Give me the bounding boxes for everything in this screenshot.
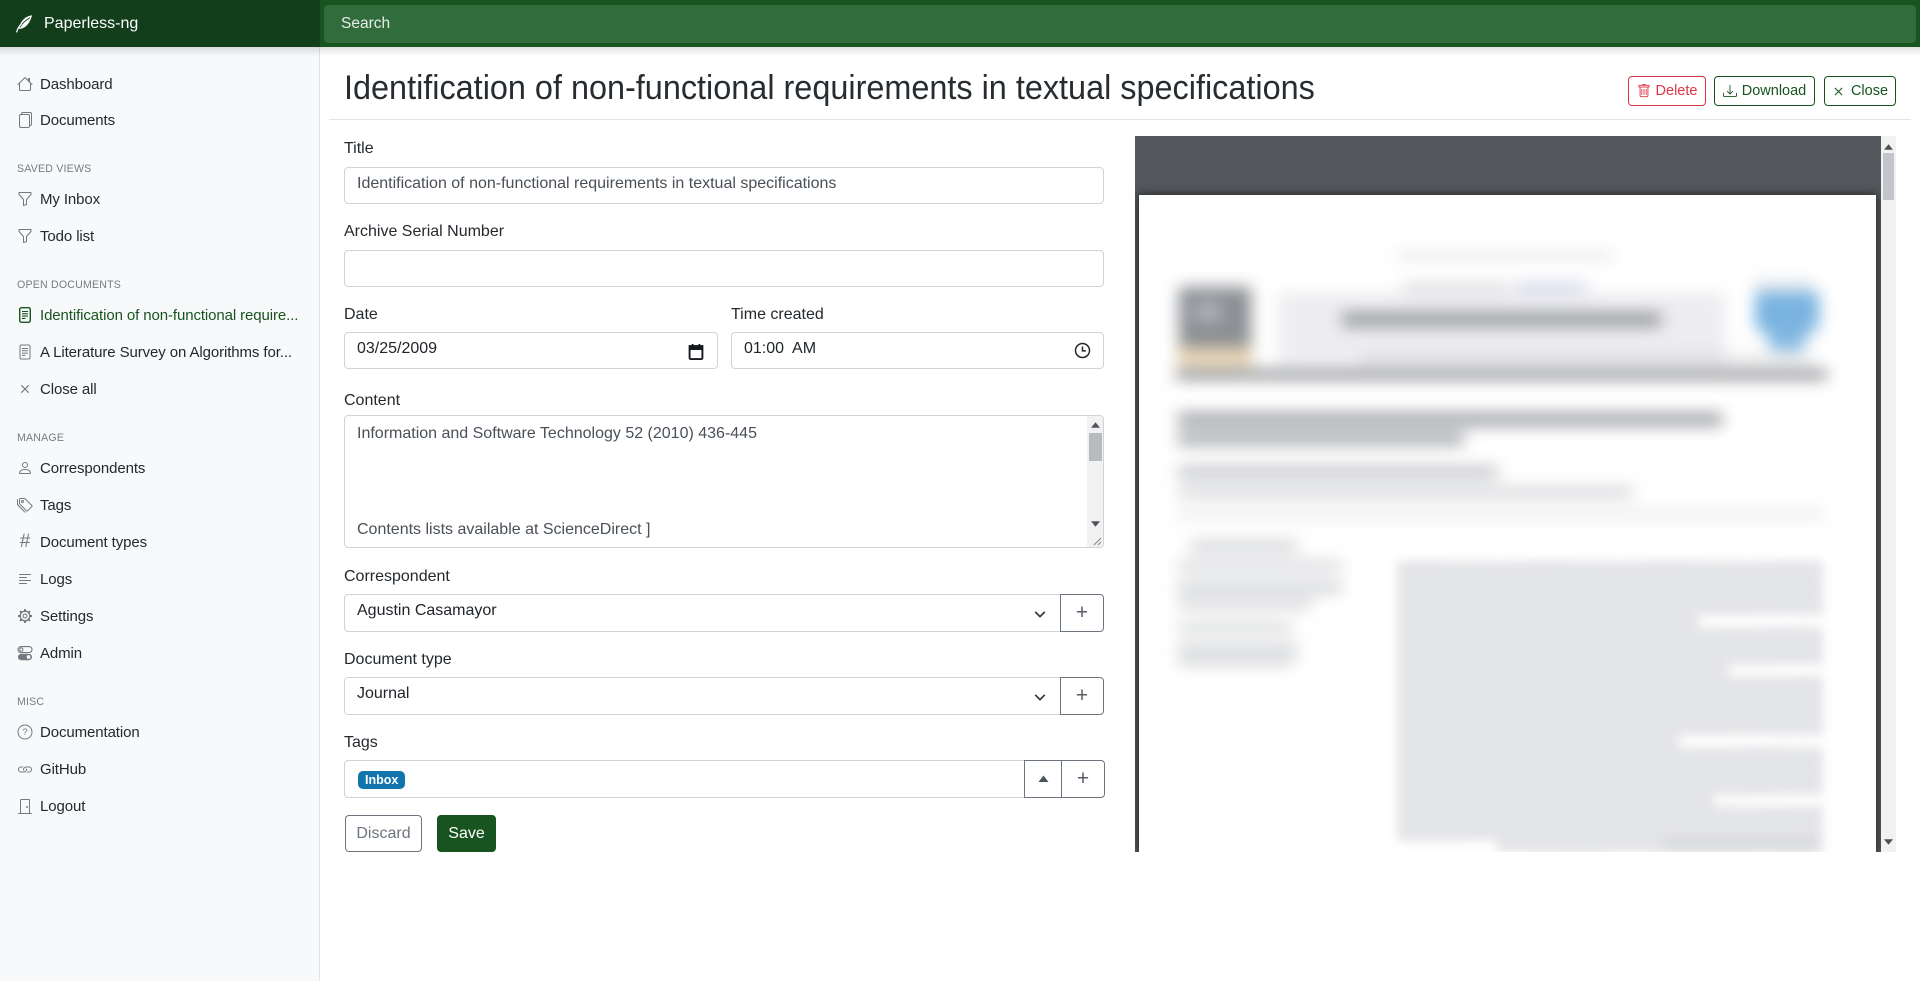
svg-text:?: ? [22,727,27,738]
